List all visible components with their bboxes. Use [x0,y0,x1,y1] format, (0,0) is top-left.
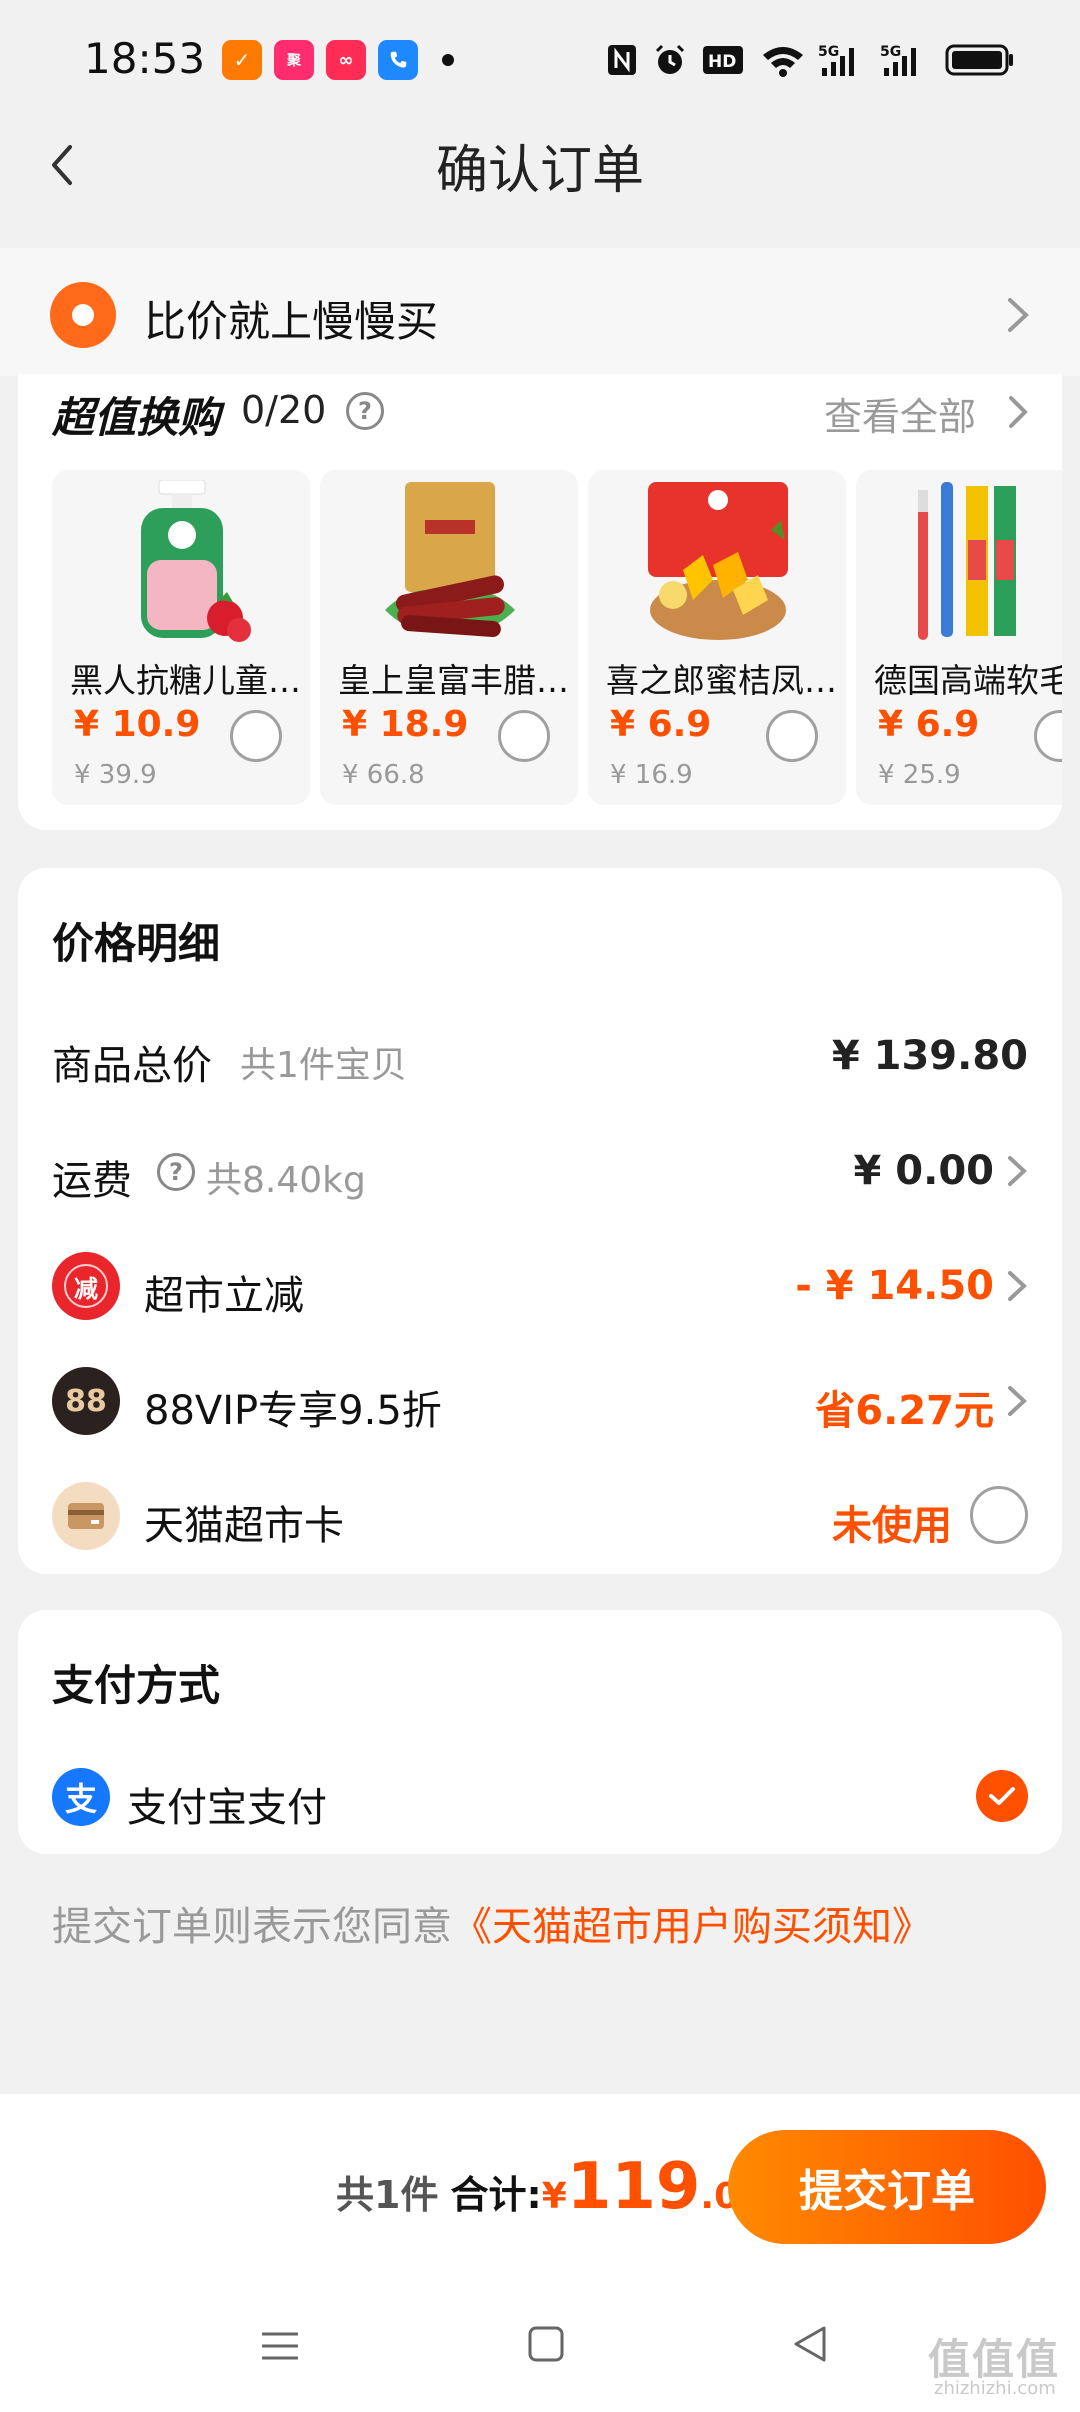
swap-item-name: 皇上皇富丰腊… [338,661,569,700]
status-time: 18:53 [84,34,206,83]
swap-item[interactable]: 喜之郎蜜桔凤… ¥ 6.9 ¥ 16.9 [588,470,846,805]
phone-icon [378,40,418,80]
swap-count: 0/20 [241,388,327,432]
nfc-icon [604,40,640,80]
swap-item[interactable]: 德国高端软毛 ¥ 6.9 ¥ 25.9 [856,470,1062,805]
swap-item-name: 黑人抗糖儿童… [70,661,301,700]
watermark-url: zhizhizhi.com [934,2378,1056,2399]
swap-item-price: ¥ 6.9 [878,704,980,745]
card-label: 天猫超市卡 [144,1503,344,1549]
vip-88-icon: 88 [52,1367,120,1435]
taobao-icon: ✓ [222,40,262,80]
vip-88-icon-text: 88 [65,1383,107,1419]
swap-title: 超值换购 [52,393,221,442]
chevron-right-icon [1004,1378,1030,1428]
sausage-image [385,482,515,637]
svg-text:5G: 5G [880,44,901,60]
xianyu-icon: ∞ [326,40,366,80]
price-detail-title: 价格明细 [52,919,221,968]
chevron-right-icon [1004,1148,1030,1198]
discount-icon: 减 [52,1252,120,1320]
payment-method[interactable]: 支付宝支付 [127,1775,327,1833]
swap-item[interactable]: 皇上皇富丰腊… ¥ 18.9 ¥ 66.8 [320,470,578,805]
price-detail-card [18,868,1062,1574]
swap-item-radio[interactable] [766,710,818,762]
wifi-icon [760,40,806,80]
chevron-right-icon [1000,290,1036,344]
shipping-weight: 共8.40kg [206,1160,366,1201]
goods-count: 共1件宝贝 [240,1045,407,1086]
help-icon[interactable]: ? [346,392,384,430]
toothpaste-image [141,480,251,642]
swap-item-name: 喜之郎蜜桔凤… [606,661,837,700]
swap-item-old-price: ¥ 25.9 [878,760,961,790]
5g-signal-icon: 5G [880,40,926,80]
page-title: 确认订单 [435,141,644,201]
shipping-label: 运费 [52,1158,132,1204]
location-pin-icon [50,282,116,348]
card-icon [52,1482,120,1550]
agreement-link[interactable]: 《天猫超市用户购买须知》 [452,1904,932,1950]
vip-label: 88VIP专享9.5折 [144,1388,442,1434]
swap-item-price: ¥ 10.9 [74,704,201,745]
shipping-value[interactable]: ¥ 0.00 [700,1148,994,1194]
total-integer: 119 [566,2150,701,2224]
help-icon[interactable]: ? [157,1153,195,1191]
total-currency: ¥ [541,2176,567,2217]
card-value: 未使用 [832,1503,952,1549]
swap-item-name: 德国高端软毛 [874,661,1062,700]
swap-item-old-price: ¥ 16.9 [610,760,693,790]
battery-icon [944,40,1016,80]
view-all-label: 查看全部 [824,395,977,439]
menu-icon[interactable] [258,2324,302,2372]
svg-text:5G: 5G [818,44,839,60]
swap-item-price: ¥ 6.9 [610,704,712,745]
card-radio[interactable] [970,1486,1028,1544]
discount-label: 超市立减 [144,1273,304,1319]
swap-item-old-price: ¥ 66.8 [342,760,425,790]
swap-item-price: ¥ 18.9 [342,704,469,745]
alarm-icon [652,40,688,80]
vip-value[interactable]: 省6.27元 [700,1378,994,1436]
svg-text:HD: HD [708,52,736,72]
home-icon[interactable] [526,2324,566,2368]
jelly-image [648,482,788,640]
chevron-right-icon [1004,1263,1030,1313]
swap-item-old-price: ¥ 39.9 [74,760,157,790]
5g-signal-icon: 5G [818,40,864,80]
order-count: 共1件 [336,2173,439,2217]
agreement-text: 提交订单则表示您同意《天猫超市用户购买须知》 [52,1894,932,1952]
goods-total-label: 商品总价 [52,1043,212,1089]
back-triangle-icon[interactable] [790,2322,830,2370]
address-text: 比价就上慢慢买 [144,297,439,346]
agreement-prefix: 提交订单则表示您同意 [52,1904,452,1950]
swap-item-radio[interactable] [230,710,282,762]
discount-value[interactable]: - ¥ 14.50 [700,1263,994,1309]
submit-order-button[interactable]: 提交订单 [728,2130,1046,2244]
swap-item-radio[interactable] [1034,710,1062,762]
payment-title: 支付方式 [52,1661,221,1710]
order-total: 共1件 合计:¥119.03 [336,2150,764,2224]
swap-item-radio[interactable] [498,710,550,762]
jushenghuo-icon: 聚 [274,40,314,80]
goods-total-value: ¥ 139.80 [831,1033,1028,1079]
check-icon [989,1787,1015,1805]
payment-selected-check[interactable] [976,1770,1028,1822]
alipay-icon: 支 [52,1768,110,1826]
swap-item[interactable]: 黑人抗糖儿童… ¥ 10.9 ¥ 39.9 [52,470,310,805]
total-label: 合计: [450,2173,542,2217]
hd-icon: HD [702,40,744,80]
discount-icon-text: 减 [64,1264,108,1308]
toothbrush-image [918,482,1016,640]
notification-dot-icon [442,54,454,66]
view-all-link[interactable]: 查看全部 [824,386,976,441]
chevron-right-icon [1003,390,1033,438]
